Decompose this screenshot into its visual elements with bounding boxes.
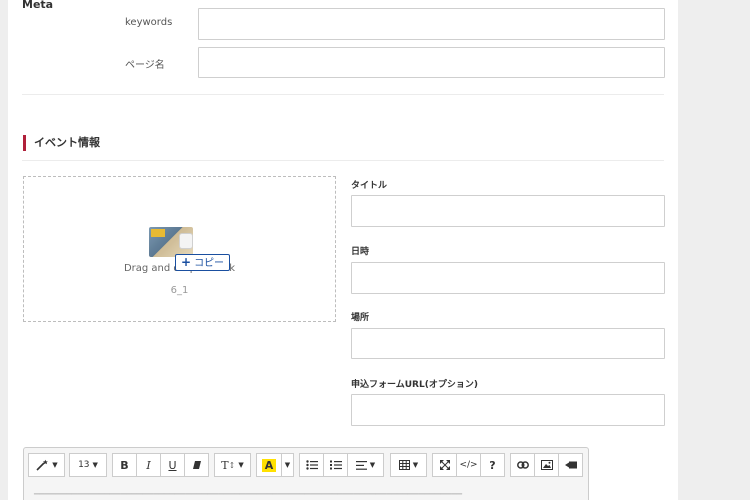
insert-image-button[interactable] [534,453,559,477]
font-size-value: 13 [78,460,90,470]
page-name-label: ページ名 [125,60,165,71]
fullscreen-button[interactable] [432,453,457,477]
thumbnail-tag-graphic [151,229,165,237]
bold-icon: B [120,458,129,472]
highlight-color-button[interactable]: A [256,453,282,477]
dragged-image-thumbnail [149,227,193,257]
keywords-label: keywords [125,17,173,28]
eraser-icon [192,461,201,469]
form-url-label: 申込フォームURL(オプション) [351,380,478,390]
dragged-file-name: 6_1 [170,285,189,296]
table-icon [398,460,410,470]
code-view-button[interactable]: </> [456,453,481,477]
image-icon [540,460,553,470]
form-url-input[interactable] [351,394,665,426]
help-button[interactable]: ? [480,453,505,477]
help-icon: ? [489,458,496,472]
caret-down-icon: ▼ [52,461,58,469]
text-style-dropdown[interactable]: T ↕ ▼ [214,453,251,477]
divider [22,94,664,95]
caret-down-icon: ▼ [412,461,419,469]
section-divider [22,160,664,161]
caret-down-icon: ▼ [238,461,244,469]
page-name-input[interactable] [198,47,665,78]
copy-badge-label: コピー [194,258,225,269]
copy-badge: + コピー [175,254,231,271]
datetime-label: 日時 [351,247,370,257]
plus-icon: + [181,255,192,269]
code-icon: </> [459,460,478,470]
link-icon [516,461,529,469]
caret-down-icon: ▼ [284,461,291,469]
unordered-list-button[interactable] [299,453,324,477]
meta-section-label: Meta [22,0,54,11]
bold-button[interactable]: B [112,453,137,477]
numbered-list-icon [329,460,342,470]
title-input[interactable] [351,195,665,227]
italic-button[interactable]: I [136,453,161,477]
italic-icon: I [146,458,151,472]
image-dropzone[interactable]: Drag and drop or click 6_1 +コピー [23,176,336,322]
place-input[interactable] [351,328,665,359]
place-label: 場所 [351,313,370,323]
insert-link-button[interactable] [510,453,535,477]
thumbnail-cup-graphic [179,233,193,249]
content-card: Meta keywords ページ名 イベント情報 Drag and drop … [8,0,678,500]
text-style-icon: T [221,458,229,472]
caret-down-icon: ▼ [369,461,376,469]
video-icon [564,461,577,469]
expand-icon [439,460,450,470]
magic-style-button[interactable]: ▼ [28,453,65,477]
paragraph-align-dropdown[interactable]: ▼ [347,453,384,477]
event-section-title: イベント情報 [34,136,100,149]
datetime-input[interactable] [351,262,665,294]
underline-button[interactable]: U [160,453,185,477]
caret-down-icon: ▼ [92,461,98,469]
text-size-icon: ↕ [228,460,236,470]
highlight-icon: A [261,458,277,472]
underline-icon: U [168,458,177,472]
ordered-list-button[interactable] [323,453,348,477]
table-dropdown[interactable]: ▼ [390,453,427,477]
insert-video-button[interactable] [558,453,583,477]
section-accent-bar [23,135,26,151]
rich-text-editor: ▼ 13 ▼ B I U T ↕ ▼ A ▼ ▼ ▼ </> ? ━━━━━━━… [23,447,589,500]
clear-format-button[interactable] [184,453,209,477]
font-size-dropdown[interactable]: 13 ▼ [69,453,107,477]
bullet-list-icon [305,460,318,470]
align-icon [355,460,367,470]
highlight-color-dropdown[interactable]: ▼ [281,453,294,477]
title-label: タイトル [351,181,388,191]
keywords-input[interactable] [198,8,665,40]
editor-placeholder-hint: ━━━━━━━━━━━━━━━━━━━━━━━━━━━━━━━━━━━━━━━━… [34,490,463,500]
magic-wand-icon [36,459,49,471]
